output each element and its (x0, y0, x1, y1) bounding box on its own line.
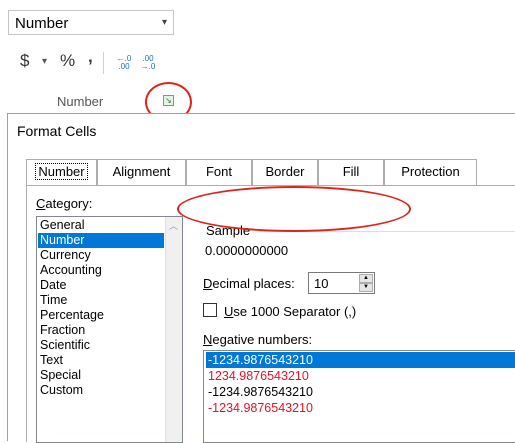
decimal-places-value[interactable]: 10 (314, 276, 328, 291)
sample-value: 0.0000000000 (205, 243, 289, 258)
dialog-title: Format Cells (17, 123, 97, 139)
list-item-selected[interactable]: -1234.9876543210 (206, 352, 515, 368)
currency-format-button[interactable]: $ (20, 51, 29, 71)
tab-number[interactable]: Number (26, 159, 97, 186)
list-item[interactable]: Text (38, 353, 164, 368)
list-item[interactable]: Scientific (38, 338, 164, 353)
list-item[interactable]: -1234.9876543210 (206, 384, 515, 400)
tab-protection[interactable]: Protection (384, 159, 477, 185)
list-item[interactable]: Fraction (38, 323, 164, 338)
number-format-value: Number (15, 15, 69, 32)
increase-decimal-button[interactable]: ←.0 .00 (115, 55, 133, 71)
list-item[interactable]: 1234.9876543210 (206, 368, 515, 384)
tab-border[interactable]: Border (252, 159, 318, 185)
percent-style-button[interactable]: % (60, 51, 75, 71)
comma-style-button[interactable]: , (88, 47, 93, 67)
list-item[interactable]: Currency (38, 248, 164, 263)
negative-numbers-list[interactable]: -1234.9876543210 1234.9876543210 -1234.9… (203, 350, 515, 443)
number-format-dropdown[interactable]: Number ▾ (8, 10, 174, 35)
decimal-places-label: Decimal places: (203, 276, 295, 291)
annotation-ellipse-decimal-places (177, 186, 411, 232)
increase-decimal-bottom: .00 (118, 62, 130, 71)
list-item-selected[interactable]: Number (38, 233, 164, 248)
use-1000-separator-label: Use 1000 Separator (,) (224, 304, 357, 319)
spinner-buttons: ▲ ▼ (359, 274, 373, 292)
spin-down-icon[interactable]: ▼ (359, 283, 373, 292)
tab-fill[interactable]: Fill (318, 159, 384, 185)
chevron-up-icon[interactable]: ︿ (169, 219, 178, 232)
format-cells-dialog: Format Cells Number Alignment Font Borde… (7, 113, 515, 443)
ribbon-separator (103, 52, 104, 74)
spin-up-icon[interactable]: ▲ (359, 274, 373, 283)
list-item[interactable]: General (38, 218, 164, 233)
list-item[interactable]: -1234.9876543210 (206, 400, 515, 416)
tab-alignment[interactable]: Alignment (97, 159, 186, 185)
tab-font[interactable]: Font (186, 159, 252, 185)
category-list[interactable]: General Number Currency Accounting Date … (36, 216, 183, 443)
use-1000-separator-checkbox[interactable] (203, 303, 217, 317)
decrease-decimal-bottom: →.0 (140, 62, 156, 71)
category-scrollbar[interactable]: ︿ (165, 217, 182, 442)
chevron-down-icon: ▾ (161, 17, 167, 28)
list-item[interactable]: Date (38, 278, 164, 293)
currency-dropdown-chevron-icon[interactable]: ▾ (42, 56, 47, 67)
list-item[interactable]: Custom (38, 383, 164, 398)
category-label: Category: (36, 196, 93, 211)
list-item[interactable]: Accounting (38, 263, 164, 278)
list-item[interactable]: Special (38, 368, 164, 383)
list-item[interactable]: Time (38, 293, 164, 308)
decimal-places-spinner[interactable]: 10 ▲ ▼ (308, 272, 375, 294)
negative-numbers-label: Negative numbers: (203, 332, 313, 347)
list-item[interactable]: Percentage (38, 308, 164, 323)
group-label: Number (57, 94, 104, 109)
tab-number-label: Number (35, 163, 88, 180)
ribbon-empty-area (189, 0, 515, 113)
decrease-decimal-button[interactable]: .00 →.0 (139, 55, 157, 71)
